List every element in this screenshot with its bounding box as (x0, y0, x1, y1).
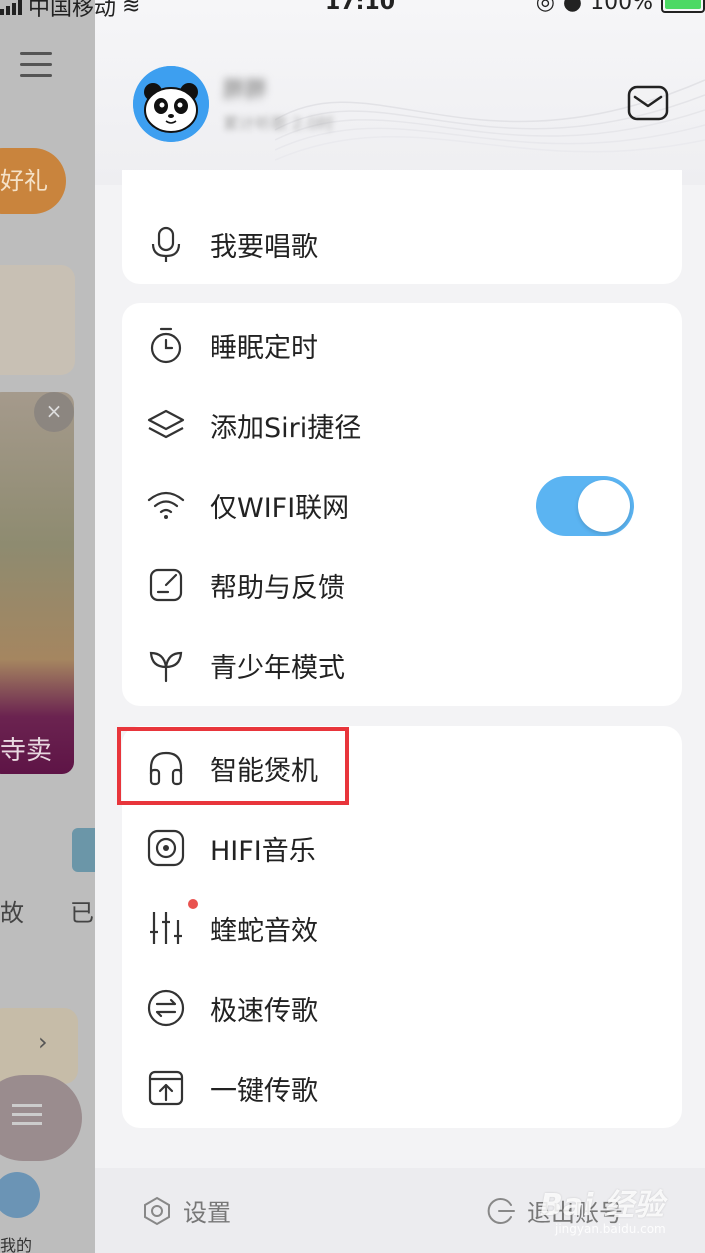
menu-item-label: 仅WIFI联网 (210, 492, 350, 524)
status-bar: 中国移动 ≋ 17:10 ◎ ● 100% (0, 0, 705, 20)
menu-item-label: 帮助与反馈 (210, 572, 345, 604)
user-name[interactable]: 胖胖 (223, 72, 267, 104)
poster-label: 寺卖 (0, 736, 53, 766)
panda-avatar-icon (133, 66, 209, 142)
highlight-box (117, 727, 349, 805)
feedback-icon (146, 565, 186, 605)
speaker-icon (146, 828, 186, 868)
background-text: 故 (0, 899, 24, 927)
upload-icon (146, 1068, 186, 1108)
menu-item-label: 青少年模式 (210, 652, 345, 684)
logout-icon (487, 1197, 515, 1224)
side-drawer: 胖胖 累计听歌 2.0时 我要唱歌 睡眠定时 添加Siri捷径 仅WIFI联网 … (95, 0, 705, 1253)
cell-signal-icon (0, 0, 22, 15)
user-subtitle: 累计听歌 2.0时 (223, 114, 334, 133)
sprout-icon (146, 645, 186, 685)
menu-item-viper-sound[interactable]: 蝰蛇音效 (122, 888, 682, 968)
user-avatar[interactable] (133, 66, 209, 142)
microphone-icon (146, 224, 186, 264)
menu-item-label: 添加Siri捷径 (210, 412, 362, 444)
equalizer-icon (146, 908, 186, 948)
background-app: 好礼 × 寺卖 故 已 › 我的 (0, 0, 95, 1253)
menu-item-one-click-transfer[interactable]: 一键传歌 (122, 1048, 682, 1128)
transfer-icon (146, 988, 186, 1028)
lock-rotation-icon: ◎ (535, 0, 555, 15)
watermark-url: jingyan.baidu.com (555, 1222, 666, 1236)
menu-item-label: 睡眠定时 (210, 332, 318, 364)
hexagon-settings-icon (144, 1196, 170, 1225)
battery-percent: 100% (590, 0, 653, 15)
menu-item-fast-transfer[interactable]: 极速传歌 (122, 968, 682, 1048)
menu-item-sing[interactable]: 我要唱歌 (122, 204, 682, 284)
menu-group-sing: 我要唱歌 (122, 170, 682, 284)
menu-item-label: HIFI音乐 (210, 835, 316, 867)
timer-icon (146, 325, 186, 365)
alarm-icon: ● (562, 0, 583, 15)
menu-item-label: 蝰蛇音效 (210, 915, 318, 947)
wifi-status-icon: ≋ (122, 0, 141, 19)
battery-icon (661, 0, 705, 13)
wifi-only-toggle[interactable] (536, 476, 634, 536)
menu-item-label: 一键传歌 (210, 1075, 318, 1107)
mail-icon[interactable] (627, 84, 669, 122)
menu-item-hifi-music[interactable]: HIFI音乐 (122, 808, 682, 888)
chevron-right-icon: › (38, 1028, 48, 1056)
background-card (0, 265, 75, 375)
menu-item-label: 我要唱歌 (210, 231, 318, 263)
new-badge-dot (188, 899, 198, 909)
carrier-name: 中国移动 (28, 0, 117, 20)
menu-item-sleep-timer[interactable]: 睡眠定时 (122, 305, 682, 385)
promo-poster[interactable] (0, 392, 74, 774)
check-icon (72, 828, 95, 872)
background-text: 已 (70, 899, 94, 927)
poster-close-icon[interactable]: × (34, 392, 74, 432)
toggle-knob (578, 480, 630, 532)
tab-mine-icon[interactable] (0, 1172, 40, 1218)
gift-banner[interactable]: 好礼 (0, 148, 66, 214)
playlist-icon[interactable] (12, 1104, 42, 1131)
menu-item-label: 极速传歌 (210, 995, 318, 1027)
drawer-header: 胖胖 累计听歌 2.0时 (95, 0, 705, 185)
settings-label: 设置 (183, 1199, 231, 1227)
menu-item-help-feedback[interactable]: 帮助与反馈 (122, 545, 682, 625)
watermark-logo: Bai 经验 (540, 1188, 664, 1223)
tab-mine-label[interactable]: 我的 (0, 1232, 32, 1253)
settings-button[interactable]: 设置 (141, 1168, 231, 1253)
status-time: 17:10 (325, 0, 396, 15)
menu-item-youth-mode[interactable]: 青少年模式 (122, 625, 682, 705)
layers-icon (146, 405, 186, 445)
hamburger-menu-icon[interactable] (20, 52, 52, 84)
menu-item-siri-shortcut[interactable]: 添加Siri捷径 (122, 385, 682, 465)
wifi-icon (146, 485, 186, 525)
